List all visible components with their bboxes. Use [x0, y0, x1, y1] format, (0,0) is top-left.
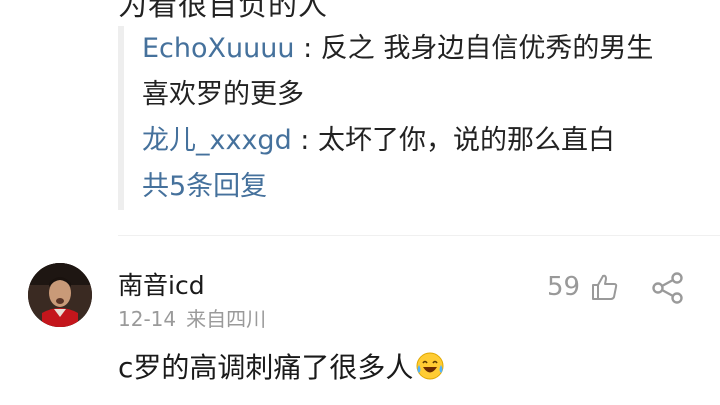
reply-item[interactable]: EchoXuuuu : 反之 我身边自信优秀的男生 喜欢罗的更多 — [142, 26, 708, 118]
comment-meta: 12-14 来自四川 — [118, 303, 266, 332]
comment-text: c罗的高调刺痛了很多人 — [118, 346, 445, 386]
reply-text-continued: 喜欢罗的更多 — [142, 79, 304, 110]
comment-page: 为看很自负的人 EchoXuuuu : 反之 我身边自信优秀的男生 喜欢罗的更多… — [0, 0, 720, 405]
reply-separator: : — [294, 33, 321, 64]
reply-preview-block[interactable]: EchoXuuuu : 反之 我身边自信优秀的男生 喜欢罗的更多 龙儿_xxxg… — [118, 26, 708, 210]
like-count[interactable]: 59 — [547, 272, 580, 302]
view-all-replies-link[interactable]: 共5条回复 — [142, 164, 708, 210]
comment-body: c罗的高调刺痛了很多人 — [118, 351, 414, 384]
share-icon[interactable] — [651, 272, 685, 304]
comment-date: 12-14 — [118, 307, 177, 331]
comment-location: 来自四川 — [186, 307, 267, 331]
reply-text: 反之 我身边自信优秀的男生 — [320, 33, 654, 64]
avatar-image — [28, 263, 92, 327]
comment-username[interactable]: 南音icd — [118, 266, 205, 302]
thumbs-up-icon[interactable] — [589, 272, 619, 302]
reply-separator: : — [291, 125, 318, 156]
reply-item[interactable]: 龙儿_xxxgd : 太坏了你，说的那么直白 — [142, 118, 708, 164]
reply-text: 太坏了你，说的那么直白 — [317, 125, 615, 156]
laughing-crying-emoji-icon — [416, 352, 444, 380]
previous-comment-text: 为看很自负的人 — [118, 0, 329, 22]
reply-author[interactable]: 龙儿_xxxgd — [142, 125, 292, 156]
avatar[interactable] — [28, 263, 92, 327]
reply-author[interactable]: EchoXuuuu — [142, 33, 294, 64]
divider — [118, 235, 720, 236]
